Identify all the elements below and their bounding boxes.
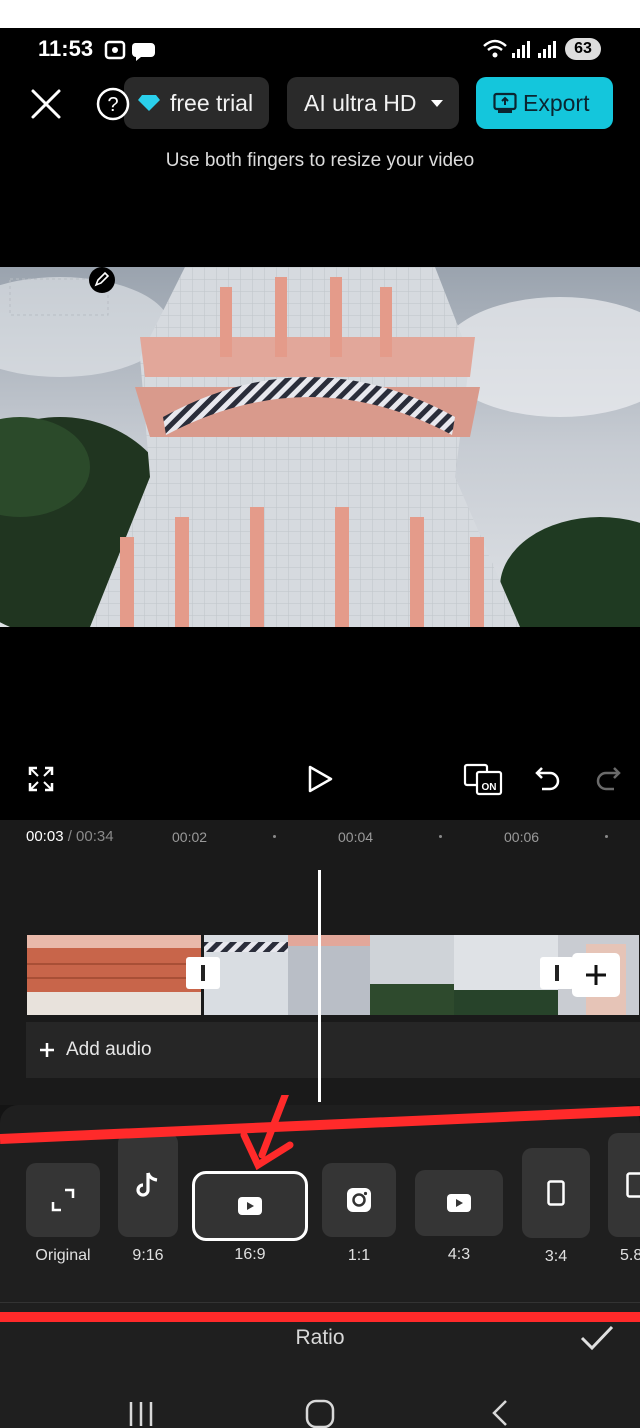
quality-dropdown[interactable]: AI ultra HD xyxy=(287,77,459,129)
plus-icon xyxy=(40,1043,54,1057)
svg-text:?: ? xyxy=(107,94,118,116)
svg-text:ON: ON xyxy=(482,782,497,793)
tick-label: 00:02 xyxy=(172,829,208,845)
tick-label: 00:04 xyxy=(338,829,374,845)
total-time: / 00:34 xyxy=(67,828,114,845)
signal-wifi-icons xyxy=(483,39,556,58)
export-button[interactable]: Export xyxy=(476,77,613,129)
battery-indicator: 63 xyxy=(565,38,601,60)
add-clip-button[interactable] xyxy=(572,953,620,997)
current-time: 00:03 xyxy=(26,828,64,845)
free-trial-label: free trial xyxy=(170,90,254,116)
status-time: 11:53 xyxy=(38,36,94,61)
resize-hint: Use both fingers to resize your video xyxy=(165,150,475,171)
keyframe-on-icon[interactable]: ON xyxy=(463,762,503,796)
diamond-icon xyxy=(138,95,160,111)
transition-marker[interactable] xyxy=(540,957,574,989)
transition-marker[interactable] xyxy=(186,957,220,989)
undo-icon[interactable] xyxy=(534,764,562,792)
fullscreen-icon[interactable] xyxy=(28,766,54,792)
tick-dot xyxy=(439,835,442,838)
play-icon[interactable] xyxy=(306,764,334,794)
playhead[interactable] xyxy=(318,870,321,1102)
back-icon[interactable] xyxy=(488,1399,512,1427)
add-audio-label: Add audio xyxy=(66,1039,152,1060)
top-edge xyxy=(0,0,640,28)
plus-icon xyxy=(586,965,606,985)
redo-icon xyxy=(596,767,621,791)
annotation-overlay xyxy=(0,1095,640,1322)
tick-label: 00:06 xyxy=(504,829,540,845)
export-label: Export xyxy=(523,90,590,116)
add-audio-button[interactable]: Add audio xyxy=(26,1022,640,1078)
home-icon[interactable] xyxy=(304,1398,336,1428)
tower-photo xyxy=(0,267,640,627)
tick-dot xyxy=(605,835,608,838)
close-icon[interactable] xyxy=(30,88,62,120)
time-readout: 00:03 / 00:34 xyxy=(26,828,114,845)
caret-down-icon xyxy=(431,100,443,107)
recent-apps-icon[interactable] xyxy=(128,1400,156,1426)
help-icon[interactable]: ? xyxy=(96,87,130,121)
tick-dot xyxy=(273,835,276,838)
video-preview[interactable] xyxy=(0,267,640,627)
export-icon xyxy=(493,92,517,113)
quality-label: AI ultra HD xyxy=(304,90,417,116)
notification-icons xyxy=(104,40,155,61)
free-trial-button[interactable]: free trial xyxy=(124,77,269,129)
